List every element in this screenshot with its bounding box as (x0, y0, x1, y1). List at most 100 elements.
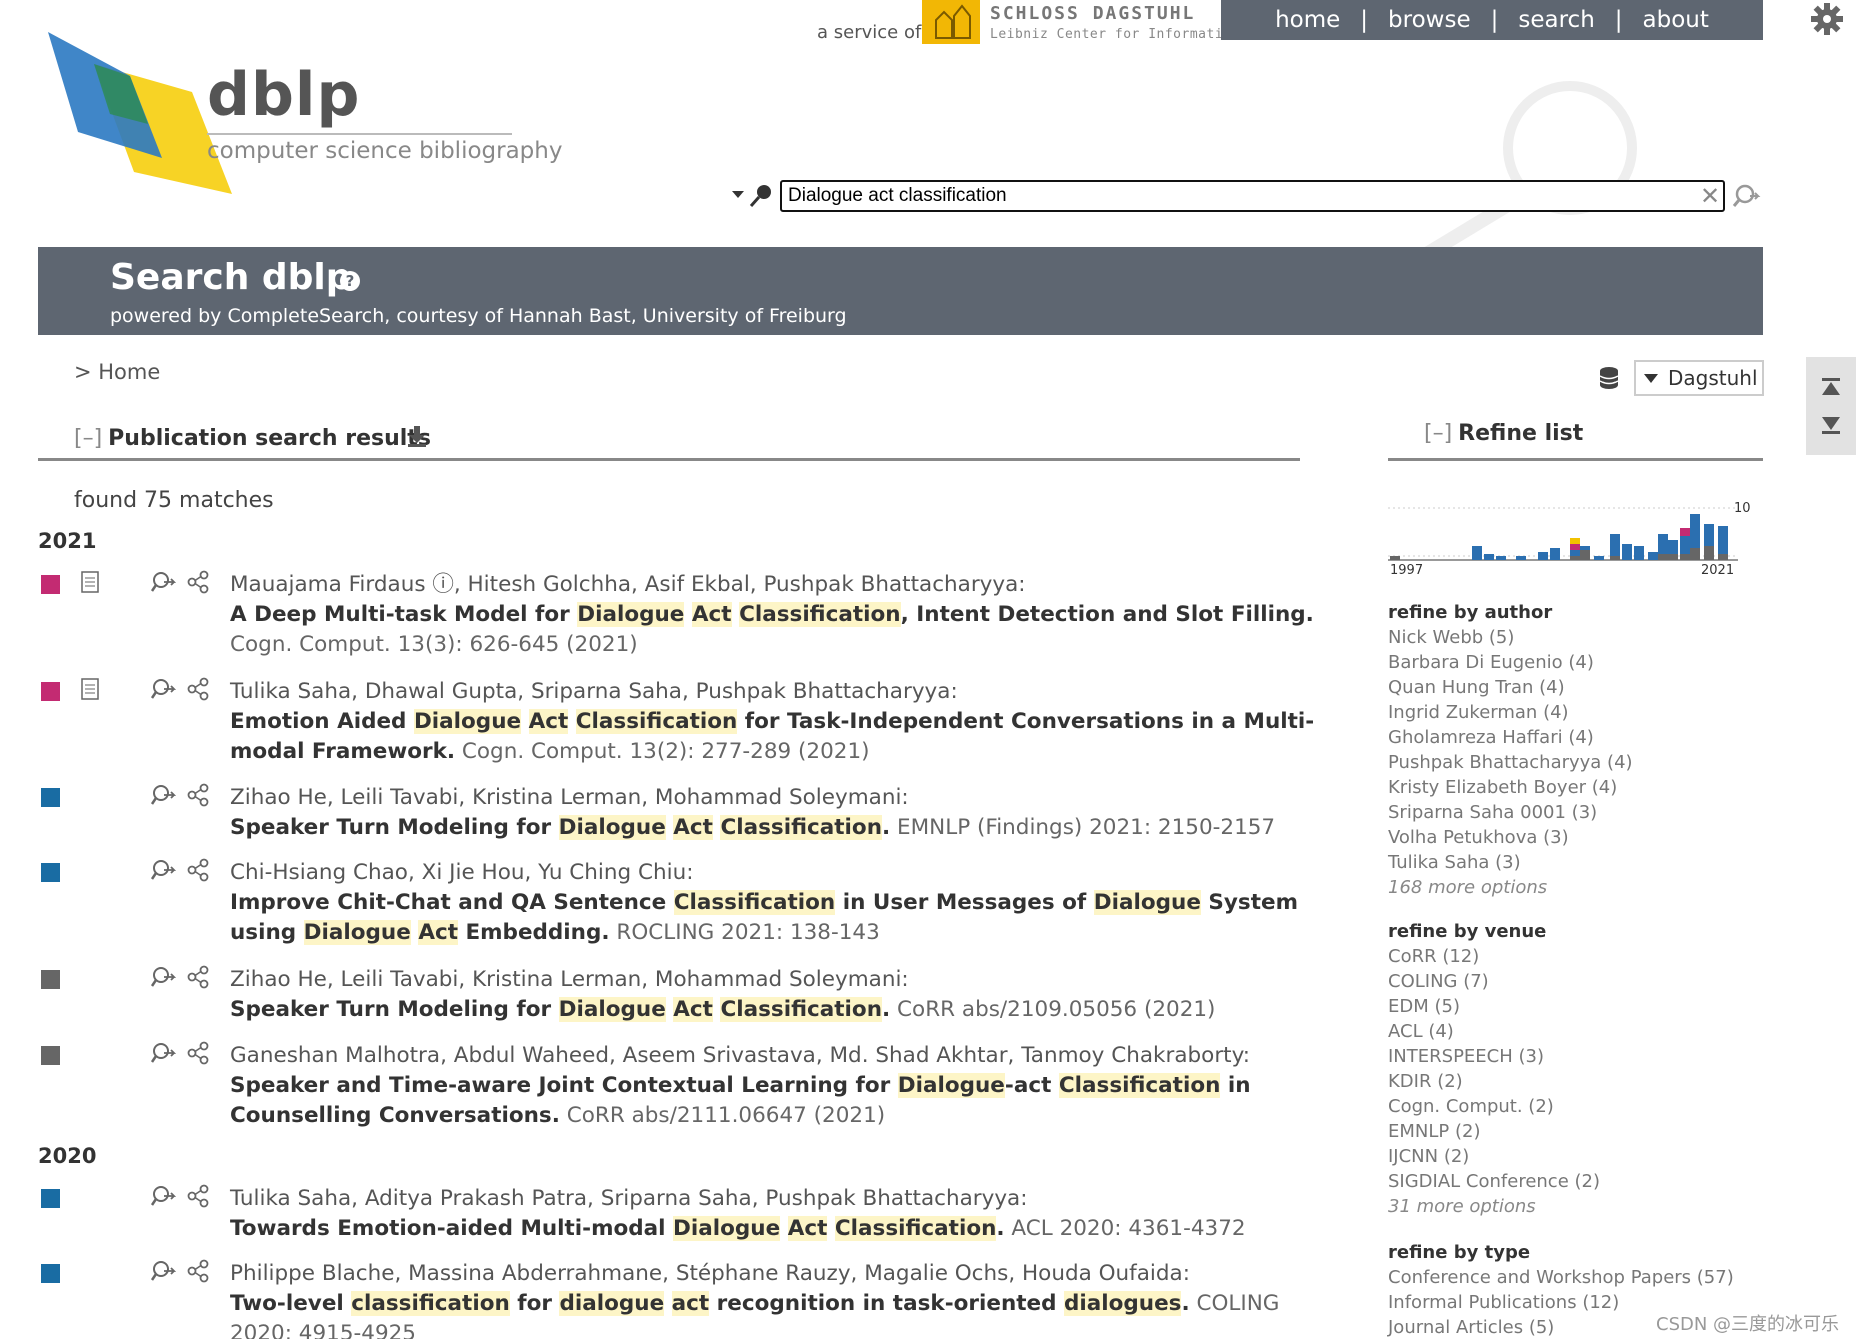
histogram-bar[interactable] (1658, 554, 1668, 560)
export-record-icon[interactable] (150, 570, 176, 594)
histogram-bar[interactable] (1718, 554, 1728, 560)
histogram-bar[interactable] (1594, 556, 1604, 560)
refine-author-item[interactable]: Sriparna Saha 0001 (3) (1388, 800, 1748, 825)
search-go-icon[interactable] (1732, 182, 1762, 210)
histogram-bar[interactable] (1570, 538, 1580, 544)
refine-venue-item[interactable]: INTERSPEECH (3) (1388, 1044, 1748, 1069)
result-venue[interactable]: ACL 2020: 4361-4372 (1005, 1216, 1245, 1241)
histogram-bar[interactable] (1668, 540, 1678, 554)
refine-author-item[interactable]: Tulika Saha (3) (1388, 850, 1748, 875)
result-venue[interactable]: CoRR abs/2109.05056 (2021) (890, 997, 1215, 1022)
export-record-icon[interactable] (150, 1184, 176, 1208)
refine-venue-more[interactable]: 31 more options (1388, 1194, 1748, 1219)
collapse-toggle[interactable]: [–] (74, 426, 102, 451)
nav-home[interactable]: home (1255, 7, 1360, 33)
breadcrumb[interactable]: > Home (74, 360, 160, 384)
result-authors[interactable]: Philippe Blache, Massina Abderrahmane, S… (230, 1261, 1190, 1286)
histogram-bar[interactable] (1622, 544, 1632, 560)
search-input[interactable] (780, 180, 1725, 212)
result-venue[interactable]: EMNLP (Findings) 2021: 2150-2157 (890, 815, 1275, 840)
histogram-bar[interactable] (1390, 556, 1400, 560)
histogram-bar[interactable] (1550, 548, 1560, 560)
result-authors[interactable]: Zihao He, Leili Tavabi, Kristina Lerman,… (230, 785, 909, 810)
histogram-bar[interactable] (1634, 546, 1644, 560)
jump-bottom-icon[interactable] (1818, 413, 1844, 437)
refine-author-item[interactable]: Pushpak Bhattacharyya (4) (1388, 750, 1748, 775)
result-venue[interactable]: CoRR abs/2111.06647 (2021) (560, 1103, 885, 1128)
refine-venue-item[interactable]: EMNLP (2) (1388, 1119, 1748, 1144)
result-title[interactable]: Speaker Turn Modeling for Dialogue Act C… (230, 815, 890, 840)
refine-list-heading[interactable]: [–] Refine list (1424, 421, 1583, 446)
result-authors[interactable]: Tulika Saha, Dhawal Gupta, Sriparna Saha… (230, 679, 958, 704)
result-title[interactable]: A Deep Multi-task Model for Dialogue Act… (230, 602, 1314, 627)
result-venue[interactable]: Cogn. Comput. 13(2): 277-289 (2021) (455, 739, 870, 764)
document-icon[interactable] (80, 677, 100, 701)
nav-browse[interactable]: browse (1368, 7, 1491, 33)
refine-author-more[interactable]: 168 more options (1388, 875, 1748, 900)
result-authors[interactable]: Ganeshan Malhotra, Abdul Waheed, Aseem S… (230, 1043, 1250, 1068)
share-icon[interactable] (186, 1259, 210, 1283)
refine-author-item[interactable]: Quan Hung Tran (4) (1388, 675, 1748, 700)
document-icon[interactable] (80, 570, 100, 594)
result-title[interactable]: Towards Emotion-aided Multi-modal Dialog… (230, 1216, 1005, 1241)
histogram-bar[interactable] (1472, 546, 1482, 560)
gear-icon[interactable] (1810, 2, 1844, 36)
histogram-bar[interactable] (1658, 534, 1668, 554)
download-icon[interactable] (406, 424, 428, 448)
refine-venue-item[interactable]: SIGDIAL Conference (2) (1388, 1169, 1748, 1194)
share-icon[interactable] (186, 783, 210, 807)
mirror-select[interactable]: Dagstuhl (1634, 360, 1764, 396)
nav-search[interactable]: search (1498, 7, 1614, 33)
histogram-bar[interactable] (1668, 554, 1678, 560)
nav-about[interactable]: about (1623, 7, 1729, 33)
export-record-icon[interactable] (150, 858, 176, 882)
refine-author-item[interactable]: Barbara Di Eugenio (4) (1388, 650, 1748, 675)
refine-venue-item[interactable]: CoRR (12) (1388, 944, 1748, 969)
result-authors[interactable]: Tulika Saha, Aditya Prakash Patra, Sripa… (230, 1186, 1027, 1211)
refine-type-item[interactable]: Conference and Workshop Papers (57) (1388, 1265, 1748, 1290)
collapse-toggle[interactable]: [–] (1424, 421, 1452, 446)
histogram-bar[interactable] (1680, 536, 1690, 554)
publication-results-heading[interactable]: [–] Publication search results (74, 426, 431, 451)
result-authors[interactable]: Zihao He, Leili Tavabi, Kristina Lerman,… (230, 967, 909, 992)
result-venue[interactable]: Cogn. Comput. 13(3): 626-645 (2021) (230, 632, 638, 657)
histogram-bar[interactable] (1580, 550, 1590, 560)
histogram-bar[interactable] (1704, 546, 1714, 560)
export-record-icon[interactable] (150, 783, 176, 807)
export-record-icon[interactable] (150, 677, 176, 701)
histogram-bar[interactable] (1690, 514, 1700, 548)
jump-top-icon[interactable] (1818, 375, 1844, 399)
search-options-icon[interactable] (732, 182, 776, 210)
refine-venue-item[interactable]: ACL (4) (1388, 1019, 1748, 1044)
histogram-bar[interactable] (1570, 550, 1580, 556)
help-icon[interactable]: ? (340, 271, 360, 291)
share-icon[interactable] (186, 1041, 210, 1065)
histogram-bar[interactable] (1580, 546, 1590, 550)
refine-author-item[interactable]: Kristy Elizabeth Boyer (4) (1388, 775, 1748, 800)
histogram-bar[interactable] (1496, 556, 1506, 560)
clear-search-icon[interactable]: ✕ (1697, 183, 1723, 209)
histogram-bar[interactable] (1648, 552, 1658, 560)
histogram-bar[interactable] (1610, 556, 1620, 560)
refine-venue-item[interactable]: IJCNN (2) (1388, 1144, 1748, 1169)
histogram-bar[interactable] (1680, 528, 1690, 536)
histogram-bar[interactable] (1484, 554, 1494, 560)
refine-venue-item[interactable]: KDIR (2) (1388, 1069, 1748, 1094)
refine-author-item[interactable]: Ingrid Zukerman (4) (1388, 700, 1748, 725)
refine-venue-item[interactable]: EDM (5) (1388, 994, 1748, 1019)
refine-author-item[interactable]: Nick Webb (5) (1388, 625, 1748, 650)
histogram-bar[interactable] (1690, 548, 1700, 560)
year-histogram[interactable]: 1997 2021 10 (1388, 496, 1758, 580)
share-icon[interactable] (186, 858, 210, 882)
share-icon[interactable] (186, 965, 210, 989)
histogram-bar[interactable] (1538, 552, 1548, 560)
refine-author-item[interactable]: Gholamreza Haffari (4) (1388, 725, 1748, 750)
histogram-bar[interactable] (1516, 556, 1526, 560)
refine-venue-item[interactable]: COLING (7) (1388, 969, 1748, 994)
export-record-icon[interactable] (150, 965, 176, 989)
histogram-bar[interactable] (1570, 544, 1580, 550)
result-title[interactable]: Speaker Turn Modeling for Dialogue Act C… (230, 997, 890, 1022)
share-icon[interactable] (186, 677, 210, 701)
result-title[interactable]: Two-level classification for dialogue ac… (230, 1291, 1190, 1316)
result-venue[interactable]: ROCLING 2021: 138-143 (610, 920, 879, 945)
